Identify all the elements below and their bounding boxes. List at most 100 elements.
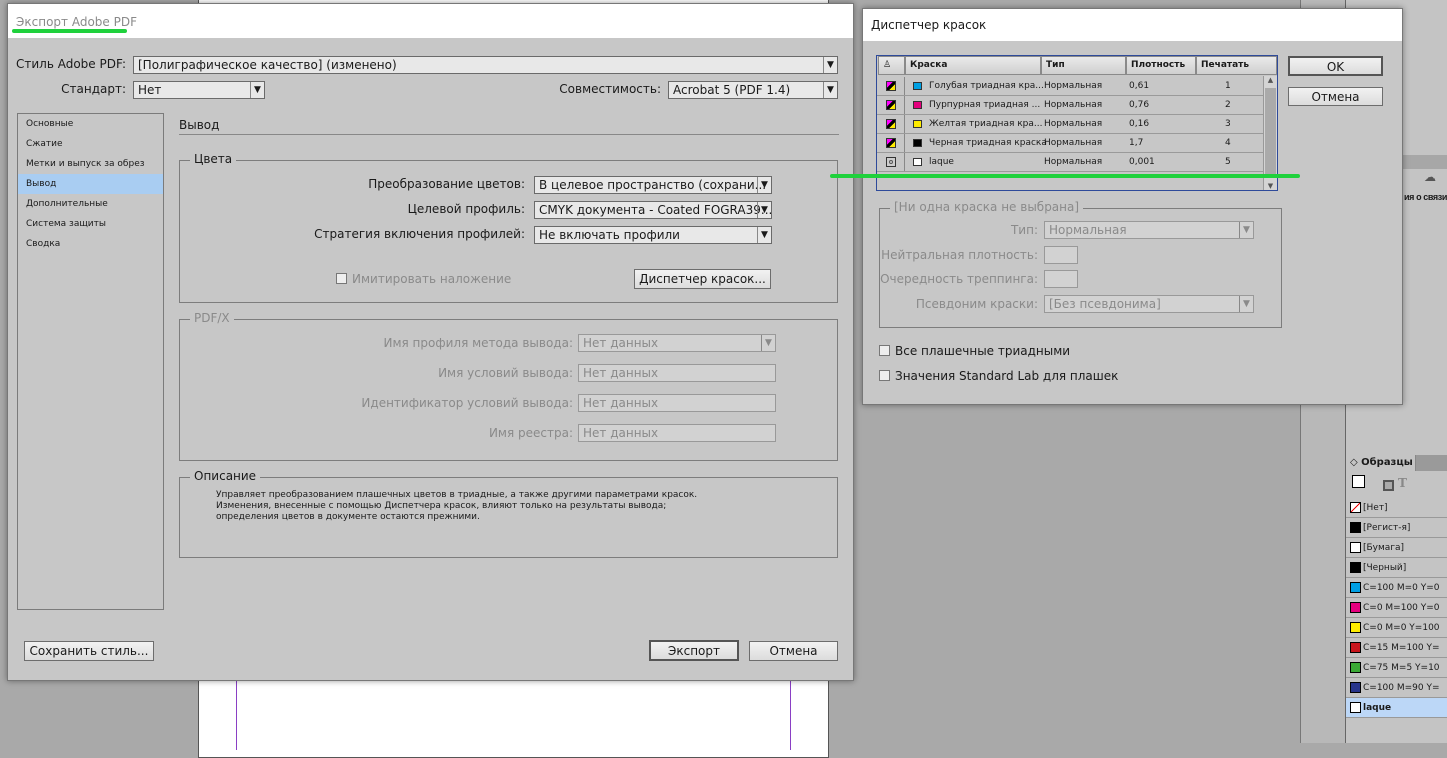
chevron-down-icon: ▼ (757, 177, 771, 193)
ink-manager-button[interactable]: Диспетчер красок... (634, 269, 771, 289)
container-icon[interactable] (1383, 480, 1394, 491)
colors-group: Цвета Преобразование цветов: В целевое п… (179, 152, 838, 303)
links-info: ия о связи (1404, 192, 1447, 202)
ink-row[interactable]: Голубая триадная кра... Нормальная 0,61 1 (877, 77, 1263, 96)
dialog-title: Экспорт Adobe PDF (8, 4, 853, 38)
ink-type-column-icon[interactable]: ♙ (878, 56, 905, 75)
ink-row[interactable]: Пурпурная триадная ... Нормальная 0,76 2 (877, 96, 1263, 115)
category-item[interactable]: Система защиты (18, 214, 163, 234)
checkbox[interactable] (879, 345, 890, 356)
swatch-item[interactable]: [Черный] (1346, 558, 1447, 578)
neutral-density-field[interactable] (1044, 246, 1078, 264)
trap-sequence-label: Очередность треппинга: (880, 272, 1038, 286)
preset-select[interactable]: [Полиграфическое качество] (изменено) ▼ (133, 56, 838, 74)
scrollbar[interactable]: ▲ ▼ (1263, 76, 1277, 190)
trap-sequence-field[interactable] (1044, 270, 1078, 288)
scroll-thumb[interactable] (1265, 88, 1276, 176)
conversion-select[interactable]: В целевое пространство (сохрани... ▼ (534, 176, 772, 194)
condition-field[interactable]: Нет данных (578, 364, 776, 382)
category-item[interactable]: Дополнительные (18, 194, 163, 214)
ink-kind-icon (886, 138, 896, 148)
simulate-label: Имитировать наложение (352, 272, 512, 286)
neutral-density-label: Нейтральная плотность: (881, 248, 1038, 262)
column-ink[interactable]: Краска (905, 56, 1041, 75)
registry-label: Имя реестра: (488, 426, 573, 440)
swatch-color (1350, 562, 1361, 573)
ok-button[interactable]: OK (1288, 56, 1383, 76)
standard-label: Стандарт: (61, 82, 126, 96)
swatch-color (1350, 682, 1361, 693)
text-icon[interactable]: T (1398, 476, 1407, 490)
swatches-title: Образцы (1361, 457, 1413, 468)
cloud-icon[interactable]: ☁ (1424, 170, 1436, 184)
destination-value: CMYK документа - Coated FOGRA39... (539, 203, 772, 217)
standard-select[interactable]: Нет ▼ (133, 81, 265, 99)
profile-label: Имя профиля метода вывода: (383, 336, 573, 350)
ink-row[interactable]: Черная триадная краска Нормальная 1,7 4 (877, 134, 1263, 153)
swatch-item[interactable]: C=100 M=90 Y= (1346, 678, 1447, 698)
swatch-item[interactable]: C=0 M=100 Y=0 (1346, 598, 1447, 618)
destination-select[interactable]: CMYK документа - Coated FOGRA39... ▼ (534, 201, 772, 219)
swatch-item[interactable]: C=15 M=100 Y= (1346, 638, 1447, 658)
tab-swatches[interactable]: ◇ Образцы (1346, 455, 1416, 471)
registry-field[interactable]: Нет данных (578, 424, 776, 442)
category-item[interactable]: Основные (18, 114, 163, 134)
swatch-item[interactable]: laque (1346, 698, 1447, 718)
ink-name: laque (929, 157, 954, 167)
swatch-color (1350, 522, 1361, 533)
save-preset-button[interactable]: Сохранить стиль... (24, 641, 154, 661)
divider (179, 134, 839, 135)
scroll-up-icon[interactable]: ▲ (1264, 76, 1277, 84)
ink-name: Желтая триадная кра... (929, 119, 1043, 129)
dialog-title: Диспетчер красок (863, 9, 1402, 41)
type-value: Нормальная (1049, 223, 1127, 237)
condition-id-field[interactable]: Нет данных (578, 394, 776, 412)
swatch-item[interactable]: [Регист-я] (1346, 518, 1447, 538)
process-ink-icon[interactable] (878, 134, 905, 152)
category-item[interactable]: Вывод (18, 174, 163, 194)
type-select[interactable]: Нормальная ▼ (1044, 221, 1254, 239)
scroll-down-icon[interactable]: ▼ (1264, 182, 1277, 190)
fill-stroke-icon[interactable] (1352, 475, 1365, 488)
spot-ink-icon[interactable] (878, 153, 905, 171)
cancel-button[interactable]: Отмена (749, 641, 838, 661)
swatch-item[interactable]: C=75 M=5 Y=10 (1346, 658, 1447, 678)
category-item[interactable]: Сводка (18, 234, 163, 254)
process-ink-icon[interactable] (878, 115, 905, 133)
compat-select[interactable]: Acrobat 5 (PDF 1.4) ▼ (668, 81, 838, 99)
checkbox[interactable] (336, 273, 347, 284)
all-spots-to-process-checkbox[interactable]: Все плашечные триадными (879, 344, 1070, 358)
swatch-item[interactable]: C=100 M=0 Y=0 (1346, 578, 1447, 598)
column-density[interactable]: Плотность (1126, 56, 1196, 75)
swatch-name: C=0 M=0 Y=100 (1363, 623, 1440, 633)
column-print[interactable]: Печатать (1196, 56, 1277, 75)
ink-alias-select[interactable]: [Без псевдонима] ▼ (1044, 295, 1254, 313)
ink-row[interactable]: Желтая триадная кра... Нормальная 0,16 3 (877, 115, 1263, 134)
standard-lab-checkbox[interactable]: Значения Standard Lab для плашек (879, 369, 1118, 383)
annotation-underline (830, 174, 1300, 178)
column-type[interactable]: Тип (1041, 56, 1126, 75)
export-button[interactable]: Экспорт (649, 640, 739, 661)
ink-group-title: [Ни одна краска не выбрана] (890, 200, 1084, 214)
description-group: Описание Управляет преобразованием плаше… (179, 469, 838, 558)
swatch-color (1350, 502, 1361, 513)
ink-name: Голубая триадная кра... (929, 81, 1044, 91)
category-item[interactable]: Сжатие (18, 134, 163, 154)
swatch-item[interactable]: C=0 M=0 Y=100 (1346, 618, 1447, 638)
cancel-button[interactable]: Отмена (1288, 87, 1383, 106)
ink-alias-value: [Без псевдонима] (1049, 297, 1161, 311)
ink-row[interactable]: laque Нормальная 0,001 5 (877, 153, 1263, 172)
ink-type: Нормальная (1044, 100, 1103, 110)
type-label: Тип: (1010, 223, 1038, 237)
swatch-item[interactable]: [Нет] (1346, 498, 1447, 518)
simulate-overprint-checkbox[interactable]: Имитировать наложение (336, 272, 511, 286)
preset-value: [Полиграфическое качество] (изменено) (138, 58, 397, 72)
process-ink-icon[interactable] (878, 96, 905, 114)
ink-name: Черная триадная краска (929, 138, 1047, 148)
inclusion-select[interactable]: Не включать профили ▼ (534, 226, 772, 244)
profile-select[interactable]: Нет данных ▼ (578, 334, 776, 352)
swatch-item[interactable]: [Бумага] (1346, 538, 1447, 558)
category-item[interactable]: Метки и выпуск за обрез (18, 154, 163, 174)
process-ink-icon[interactable] (878, 77, 905, 95)
checkbox[interactable] (879, 370, 890, 381)
